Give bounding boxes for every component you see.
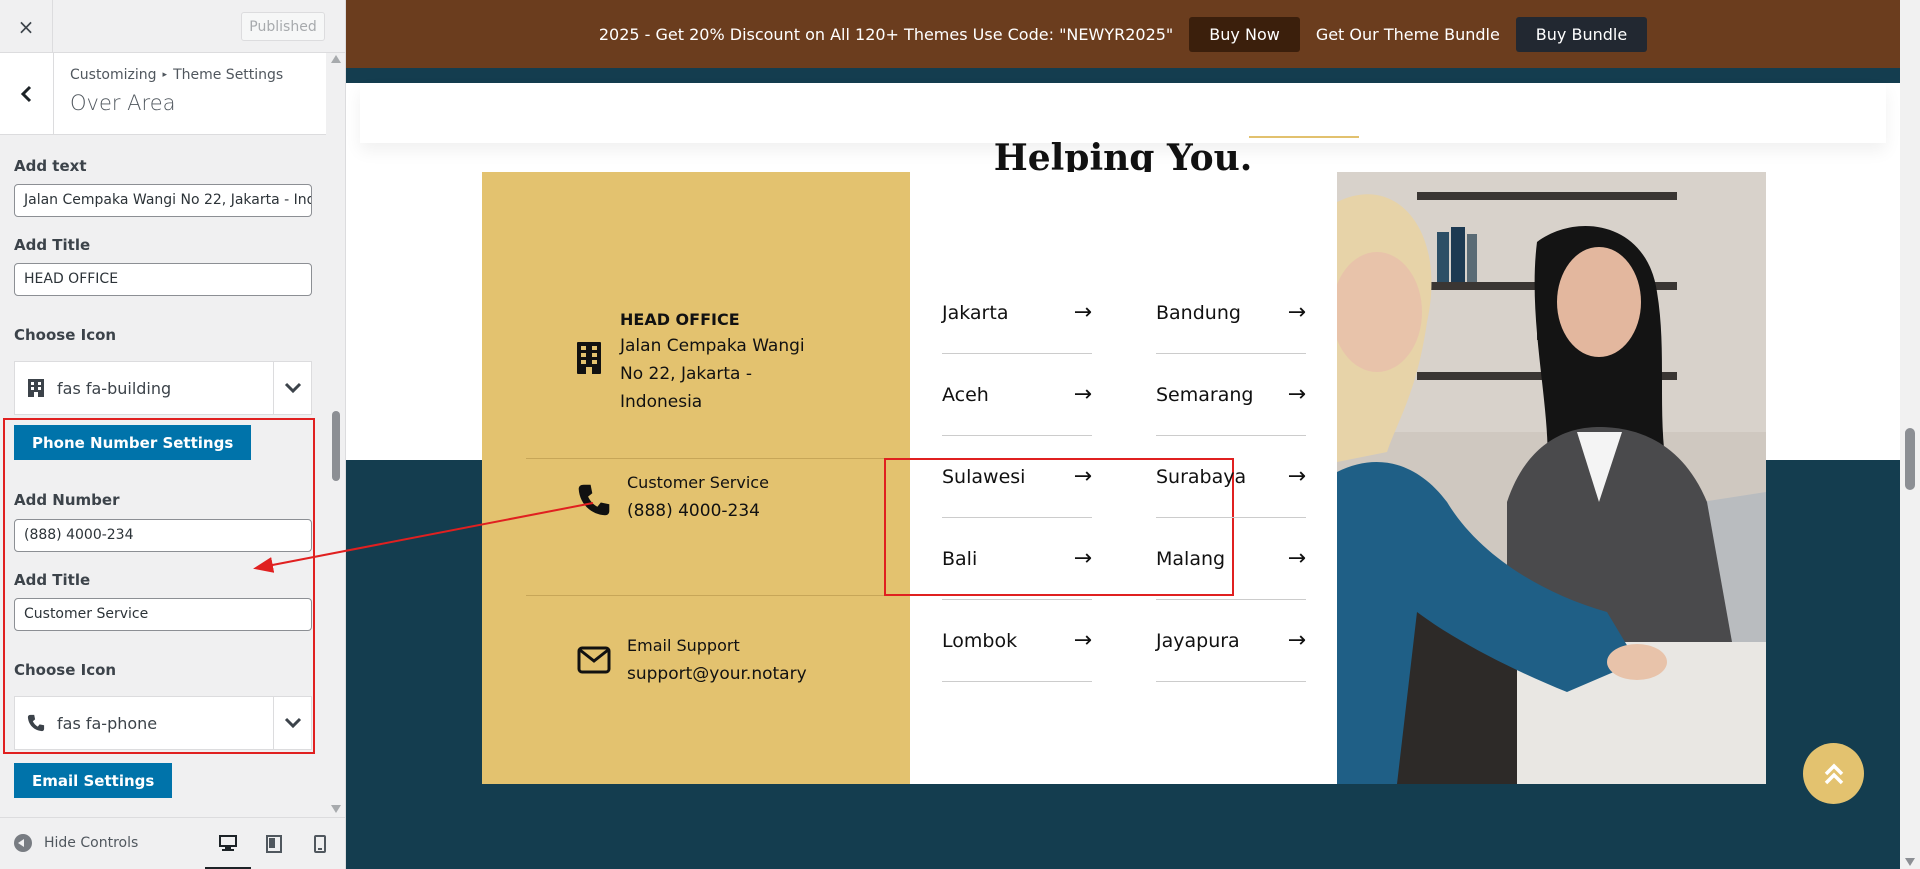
breadcrumb: Customizing ▸ Theme Settings: [70, 67, 283, 83]
scroll-to-top-button[interactable]: [1803, 743, 1864, 804]
office-address: Jalan Cempaka Wangi No 22, Jakarta - Ind…: [620, 336, 805, 412]
section-header: Customizing ▸ Theme Settings Over Area: [0, 53, 326, 135]
email-title: Email Support: [627, 636, 740, 655]
phone-icon: [578, 484, 610, 516]
city-link[interactable]: Aceh →: [942, 354, 1092, 436]
city-name: Jayapura: [1156, 629, 1240, 652]
add-title-input[interactable]: HEAD OFFICE: [14, 263, 312, 296]
back-button[interactable]: [0, 53, 54, 135]
divider: [526, 595, 886, 596]
preview-mobile-button[interactable]: [297, 818, 343, 869]
close-icon: ×: [17, 14, 35, 39]
city-link[interactable]: Semarang →: [1156, 354, 1306, 436]
city-name: Jakarta: [942, 301, 1009, 324]
hide-controls-label: Hide Controls: [44, 835, 139, 851]
breadcrumb-root: Customizing: [70, 67, 157, 83]
scrollbar-thumb[interactable]: [332, 411, 340, 481]
preview-desktop-button[interactable]: [205, 818, 251, 869]
city-link[interactable]: Jayapura →: [1156, 600, 1306, 682]
site-preview: Helping You. 2025 - Get 20% Discount on …: [346, 0, 1920, 869]
city-name: Malang: [1156, 547, 1226, 570]
breadcrumb-section: Theme Settings: [173, 67, 284, 83]
city-link[interactable]: Jakarta →: [942, 272, 1092, 354]
scroll-up-arrow[interactable]: [331, 55, 341, 63]
email-address[interactable]: support@your.notary: [627, 660, 807, 688]
city-link[interactable]: Lombok →: [942, 600, 1092, 682]
choose-icon-label: Choose Icon: [14, 326, 117, 344]
customizer-footer: Hide Controls: [0, 817, 345, 869]
photo-illustration: [1337, 172, 1766, 784]
breadcrumb-separator: ▸: [162, 70, 168, 80]
arrow-right-icon: →: [1073, 628, 1092, 653]
office-meeting-photo: [1337, 172, 1766, 784]
published-button[interactable]: Published: [241, 12, 325, 41]
city-link[interactable]: Malang →: [1156, 518, 1306, 600]
arrow-right-icon: →: [1073, 300, 1092, 325]
phone-title: Customer Service: [627, 473, 769, 492]
annotation-highlight-box: [3, 418, 315, 754]
arrow-right-icon: →: [1073, 546, 1092, 571]
promo-banner: 2025 - Get 20% Discount on All 120+ Them…: [346, 0, 1900, 68]
contact-email: Email Support support@your.notary: [482, 634, 910, 714]
add-text-label: Add text: [14, 157, 87, 175]
city-link[interactable]: Surabaya →: [1156, 436, 1306, 518]
building-icon: [28, 379, 44, 397]
city-name: Surabaya: [1156, 465, 1247, 488]
contact-phone: Customer Service (888) 4000-234: [482, 469, 910, 549]
preview-tablet-button[interactable]: [251, 818, 297, 869]
arrow-right-icon: →: [1287, 300, 1306, 325]
add-text-input[interactable]: Jalan Cempaka Wangi No 22, Jakarta - Ind…: [14, 184, 312, 217]
city-name: Aceh: [942, 383, 989, 406]
hide-controls-button[interactable]: Hide Controls: [14, 834, 138, 852]
panel-title: Over Area: [70, 91, 176, 115]
arrow-right-icon: →: [1073, 382, 1092, 407]
city-link[interactable]: Bandung →: [1156, 272, 1306, 354]
close-customizer-button[interactable]: ×: [0, 0, 53, 53]
phone-number[interactable]: (888) 4000-234: [627, 497, 760, 525]
scroll-down-arrow[interactable]: [331, 805, 341, 813]
section-title-area: Helping You.: [346, 68, 1900, 172]
contact-office: HEAD OFFICE Jalan Cempaka Wangi No 22, J…: [482, 302, 910, 422]
promo-text: 2025 - Get 20% Discount on All 120+ Them…: [598, 24, 1174, 44]
contact-info-card: HEAD OFFICE Jalan Cempaka Wangi No 22, J…: [482, 172, 910, 784]
arrow-right-icon: →: [1073, 464, 1092, 489]
chevron-down-icon: [284, 382, 301, 394]
city-name: Lombok: [942, 629, 1018, 652]
city-name: Bandung: [1156, 301, 1241, 324]
section-title: Helping You.: [993, 137, 1253, 172]
icon-select-value: fas fa-building: [57, 378, 172, 398]
arrow-right-icon: →: [1287, 628, 1306, 653]
building-icon: [577, 342, 601, 374]
city-name: Bali: [942, 547, 978, 570]
chevron-left-icon: [20, 85, 31, 103]
email-settings-button[interactable]: Email Settings: [14, 763, 173, 798]
city-link[interactable]: Sulawesi →: [942, 436, 1092, 518]
buy-now-button[interactable]: Buy Now: [1189, 16, 1300, 52]
divider: [526, 458, 886, 459]
city-name: Semarang: [1156, 383, 1254, 406]
add-title-label: Add Title: [14, 236, 91, 254]
arrow-right-icon: →: [1287, 382, 1306, 407]
scroll-down-arrow[interactable]: [1905, 858, 1915, 866]
desktop-icon: [219, 834, 237, 851]
city-link[interactable]: Bali →: [942, 518, 1092, 600]
buy-bundle-button[interactable]: Buy Bundle: [1515, 16, 1648, 52]
preview-scrollbar[interactable]: [1900, 0, 1920, 869]
arrow-right-icon: →: [1287, 546, 1306, 571]
bundle-link[interactable]: Get Our Theme Bundle: [1316, 25, 1500, 44]
mobile-icon: [314, 835, 326, 853]
scrollbar-thumb[interactable]: [1905, 428, 1915, 490]
tablet-icon: [266, 835, 282, 853]
envelope-icon: [577, 646, 611, 674]
customizer-header: × Published: [0, 0, 345, 53]
arrow-right-icon: →: [1287, 464, 1306, 489]
collapse-icon: [14, 834, 32, 852]
city-name: Sulawesi: [942, 465, 1026, 488]
icon-select-toggle[interactable]: [273, 362, 311, 414]
office-title: HEAD OFFICE: [620, 310, 740, 329]
icon-select-building[interactable]: fas fa-building: [14, 361, 312, 415]
customizer-sidebar: × Published Customizing ▸ Theme Settings O…: [0, 0, 346, 869]
double-chevron-up-icon: [1824, 763, 1843, 784]
sidebar-scrollbar[interactable]: [326, 53, 345, 817]
